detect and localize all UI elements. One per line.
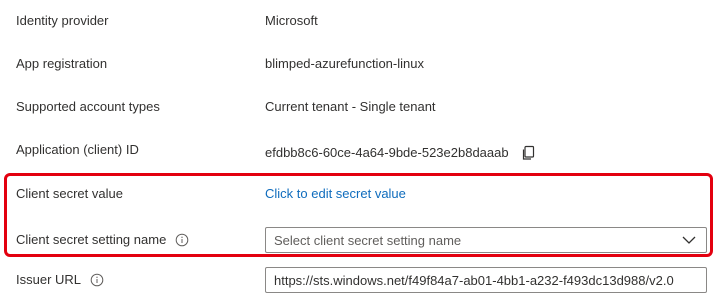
supported-account-types-value: Current tenant - Single tenant bbox=[265, 99, 436, 114]
supported-account-types-label: Supported account types bbox=[16, 99, 160, 114]
issuer-url-label-wrap: Issuer URL bbox=[16, 271, 104, 289]
info-icon[interactable] bbox=[175, 233, 189, 247]
application-client-id-field: efdbb8c6-60ce-4a64-9bde-523e2b8daaab bbox=[265, 144, 536, 162]
app-registration-value: blimped-azurefunction-linux bbox=[265, 56, 424, 71]
dropdown-placeholder: Select client secret setting name bbox=[274, 232, 462, 248]
identity-provider-label: Identity provider bbox=[16, 13, 109, 28]
client-secret-setting-name-dropdown[interactable]: Select client secret setting name bbox=[265, 227, 707, 253]
app-registration-label: App registration bbox=[16, 56, 108, 71]
issuer-url-label: Issuer URL bbox=[16, 272, 82, 287]
info-icon[interactable] bbox=[90, 273, 104, 287]
issuer-url-input[interactable]: https://sts.windows.net/f49f84a7-ab01-4b… bbox=[265, 267, 707, 293]
client-secret-setting-name-label-wrap: Client secret setting name bbox=[16, 231, 189, 249]
copy-icon[interactable] bbox=[520, 145, 536, 161]
identity-provider-value: Microsoft bbox=[265, 13, 318, 28]
edit-secret-value-link[interactable]: Click to edit secret value bbox=[265, 185, 406, 203]
client-secret-setting-name-label: Client secret setting name bbox=[16, 232, 167, 247]
client-secret-value-label: Client secret value bbox=[16, 186, 123, 201]
issuer-url-value: https://sts.windows.net/f49f84a7-ab01-4b… bbox=[274, 272, 674, 288]
chevron-down-icon bbox=[682, 235, 696, 245]
application-client-id-label: Application (client) ID bbox=[16, 142, 139, 157]
application-client-id-value: efdbb8c6-60ce-4a64-9bde-523e2b8daaab bbox=[265, 145, 509, 160]
